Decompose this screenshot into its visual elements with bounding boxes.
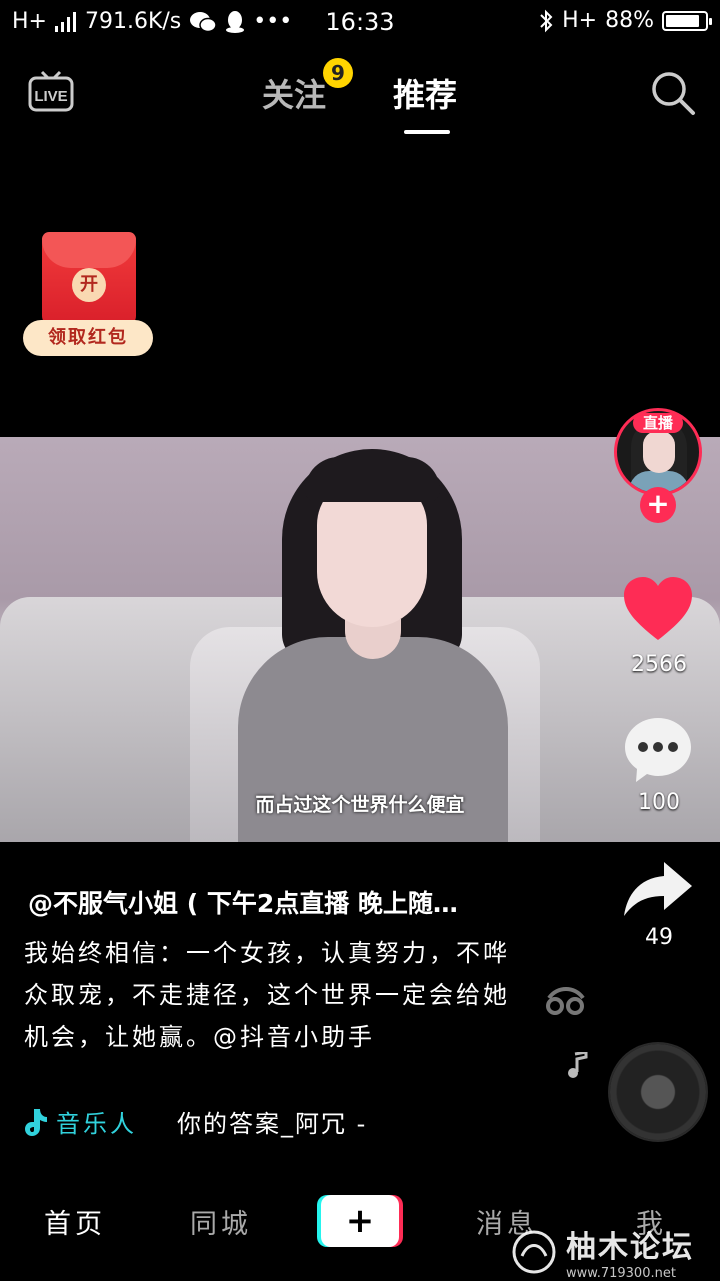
- watermark-title: 柚木论坛: [566, 1230, 694, 1265]
- music-info[interactable]: 音乐人 你的答案_阿冗 -: [24, 1104, 367, 1139]
- music-note-icon: [545, 984, 587, 1025]
- search-icon[interactable]: [650, 70, 696, 116]
- tab-home[interactable]: 首页: [44, 1202, 106, 1241]
- share-icon[interactable]: [622, 858, 694, 922]
- red-packet-button[interactable]: 领取红包: [23, 320, 153, 356]
- bluetooth-icon: [540, 9, 553, 32]
- follow-badge: 9: [323, 58, 353, 88]
- follow-button[interactable]: +: [640, 487, 676, 523]
- like-count: 2566: [631, 652, 687, 677]
- tiktok-note-icon: [25, 1108, 47, 1136]
- live-label: LIVE: [34, 88, 67, 105]
- video-player[interactable]: 而占过这个世界什么便宜: [0, 437, 720, 842]
- music-song-title: 你的答案_阿冗 -: [177, 1110, 368, 1138]
- battery-fill: [666, 14, 700, 27]
- like-icon[interactable]: [622, 576, 694, 646]
- live-icon[interactable]: LIVE: [28, 70, 74, 112]
- red-packet-icon[interactable]: 开: [42, 232, 136, 326]
- author-name[interactable]: @不服气小姐 ( 下午2点直播 晚上随…: [28, 884, 538, 920]
- share-count: 49: [645, 925, 673, 950]
- network-type-right: H+: [562, 8, 598, 33]
- music-note-small-icon: [566, 1050, 588, 1084]
- music-disc[interactable]: [610, 1044, 706, 1140]
- video-person-bangs: [305, 457, 440, 502]
- watermark: 柚木论坛 www.719300.net: [510, 1222, 694, 1281]
- comment-count: 100: [638, 790, 680, 815]
- battery-icon: [662, 10, 712, 31]
- tab-recommend[interactable]: 推荐: [393, 70, 457, 116]
- red-packet-coin: 开: [72, 268, 106, 302]
- video-description: 我始终相信：一个女孩，认真努力，不哗众取宠，不走捷径，这个世界一定会给她机会，让…: [24, 939, 510, 1051]
- tab-follow[interactable]: 关注: [262, 70, 326, 116]
- live-tag: 直播: [633, 413, 683, 433]
- music-artist: 音乐人: [56, 1110, 137, 1138]
- watermark-logo-icon: [512, 1230, 556, 1273]
- avatar-face: [643, 431, 675, 473]
- status-right: H+ 88%: [538, 8, 712, 33]
- battery-percent: 88%: [605, 8, 654, 33]
- watermark-url: www.719300.net: [566, 1266, 676, 1281]
- comment-icon[interactable]: [622, 716, 694, 788]
- active-tab-indicator: [404, 130, 450, 134]
- tab-nearby[interactable]: 同城: [190, 1202, 252, 1241]
- status-bar: H+ 791.6K/s ••• 16:33 H+ 88%: [0, 0, 720, 46]
- red-packet-flap: [42, 232, 136, 268]
- create-button[interactable]: +: [321, 1195, 399, 1247]
